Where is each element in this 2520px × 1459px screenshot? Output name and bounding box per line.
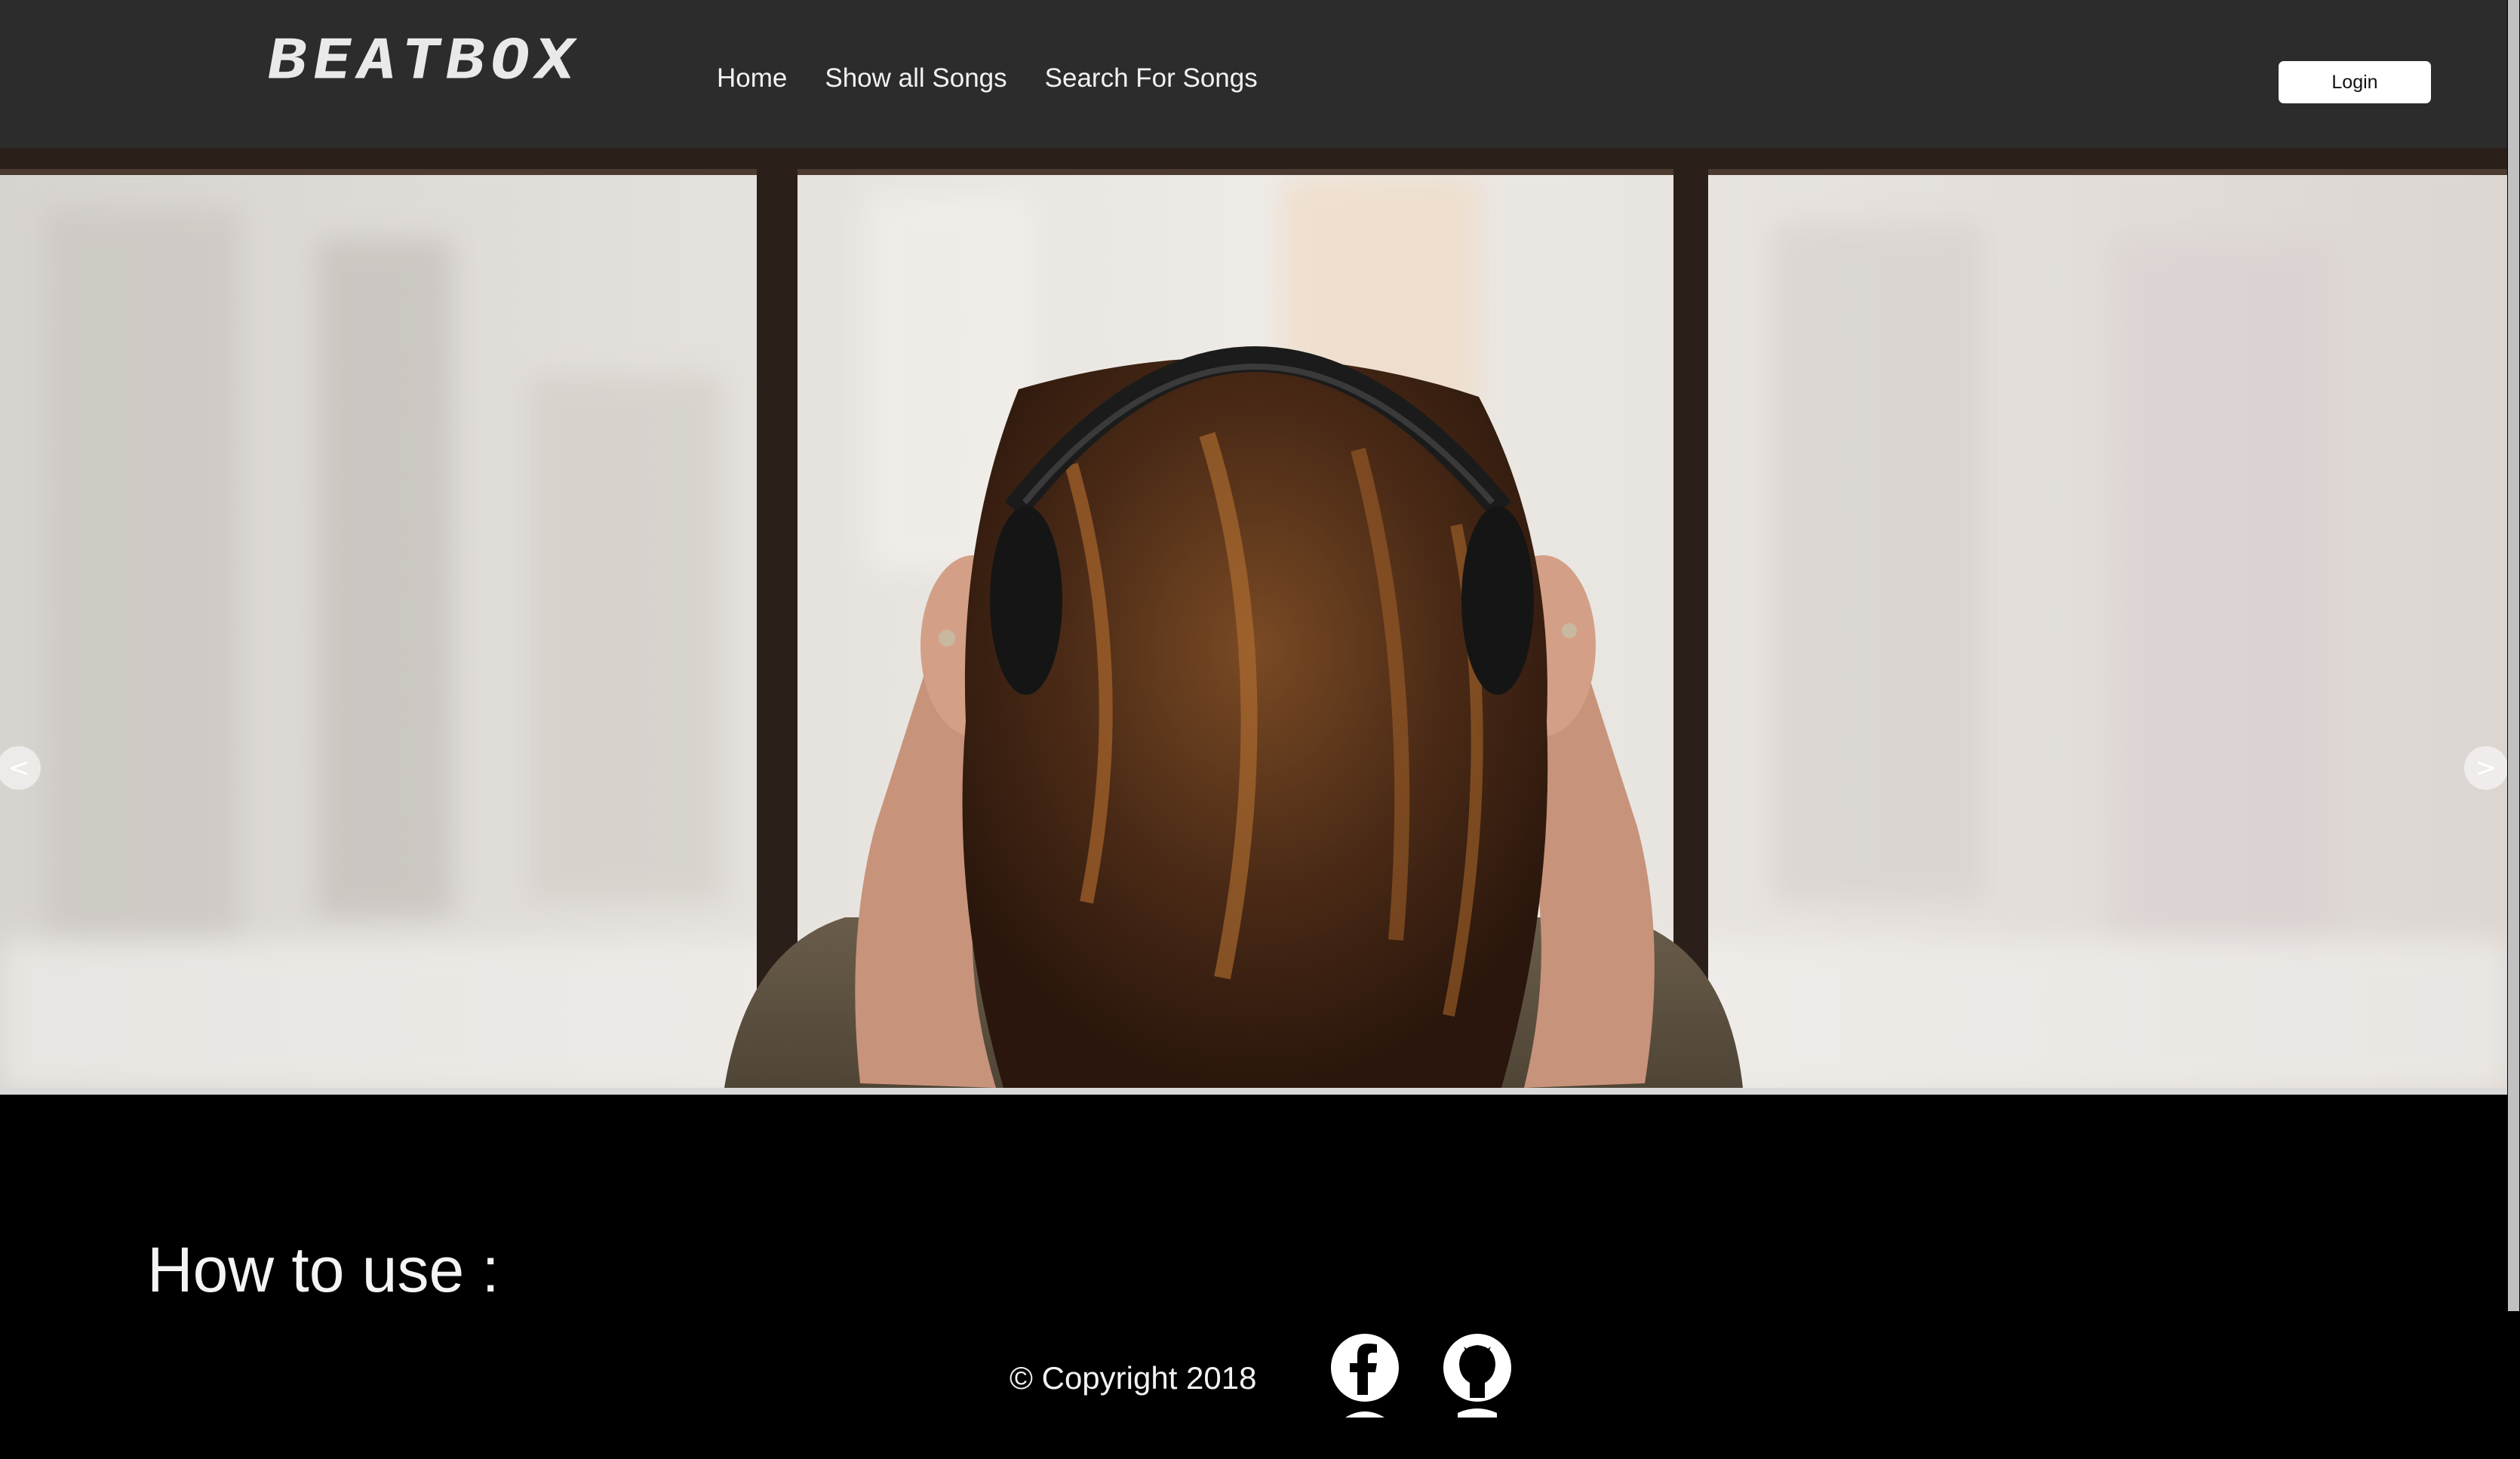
login-button[interactable]: Login [2279, 61, 2431, 103]
navbar: BEATBOX Home Show all Songs Search For S… [0, 0, 2507, 148]
copyright-text: © Copyright 2018 [1010, 1360, 1257, 1396]
carousel-next-arrow[interactable]: > [2464, 746, 2507, 790]
nav-links: Home Show all Songs Search For Songs [717, 62, 1258, 95]
facebook-icon [1331, 1334, 1399, 1418]
github-icon [1443, 1334, 1511, 1418]
nav-link-home[interactable]: Home [717, 62, 787, 95]
hero-divider [0, 1088, 2507, 1095]
nav-link-show-all-songs[interactable]: Show all Songs [825, 62, 1006, 95]
hero-carousel: < > [0, 148, 2507, 1088]
page: BEATBOX Home Show all Songs Search For S… [0, 0, 2520, 1459]
facebook-link[interactable] [1330, 1333, 1400, 1418]
how-to-use-heading: How to use : [147, 1234, 499, 1305]
nav-link-search-for-songs[interactable]: Search For Songs [1045, 62, 1258, 95]
scrollbar-thumb[interactable] [2508, 0, 2519, 1311]
hero-image [0, 148, 2507, 1088]
github-link[interactable] [1443, 1333, 1512, 1418]
beatbox-logo[interactable]: BEATBOX [263, 27, 585, 91]
